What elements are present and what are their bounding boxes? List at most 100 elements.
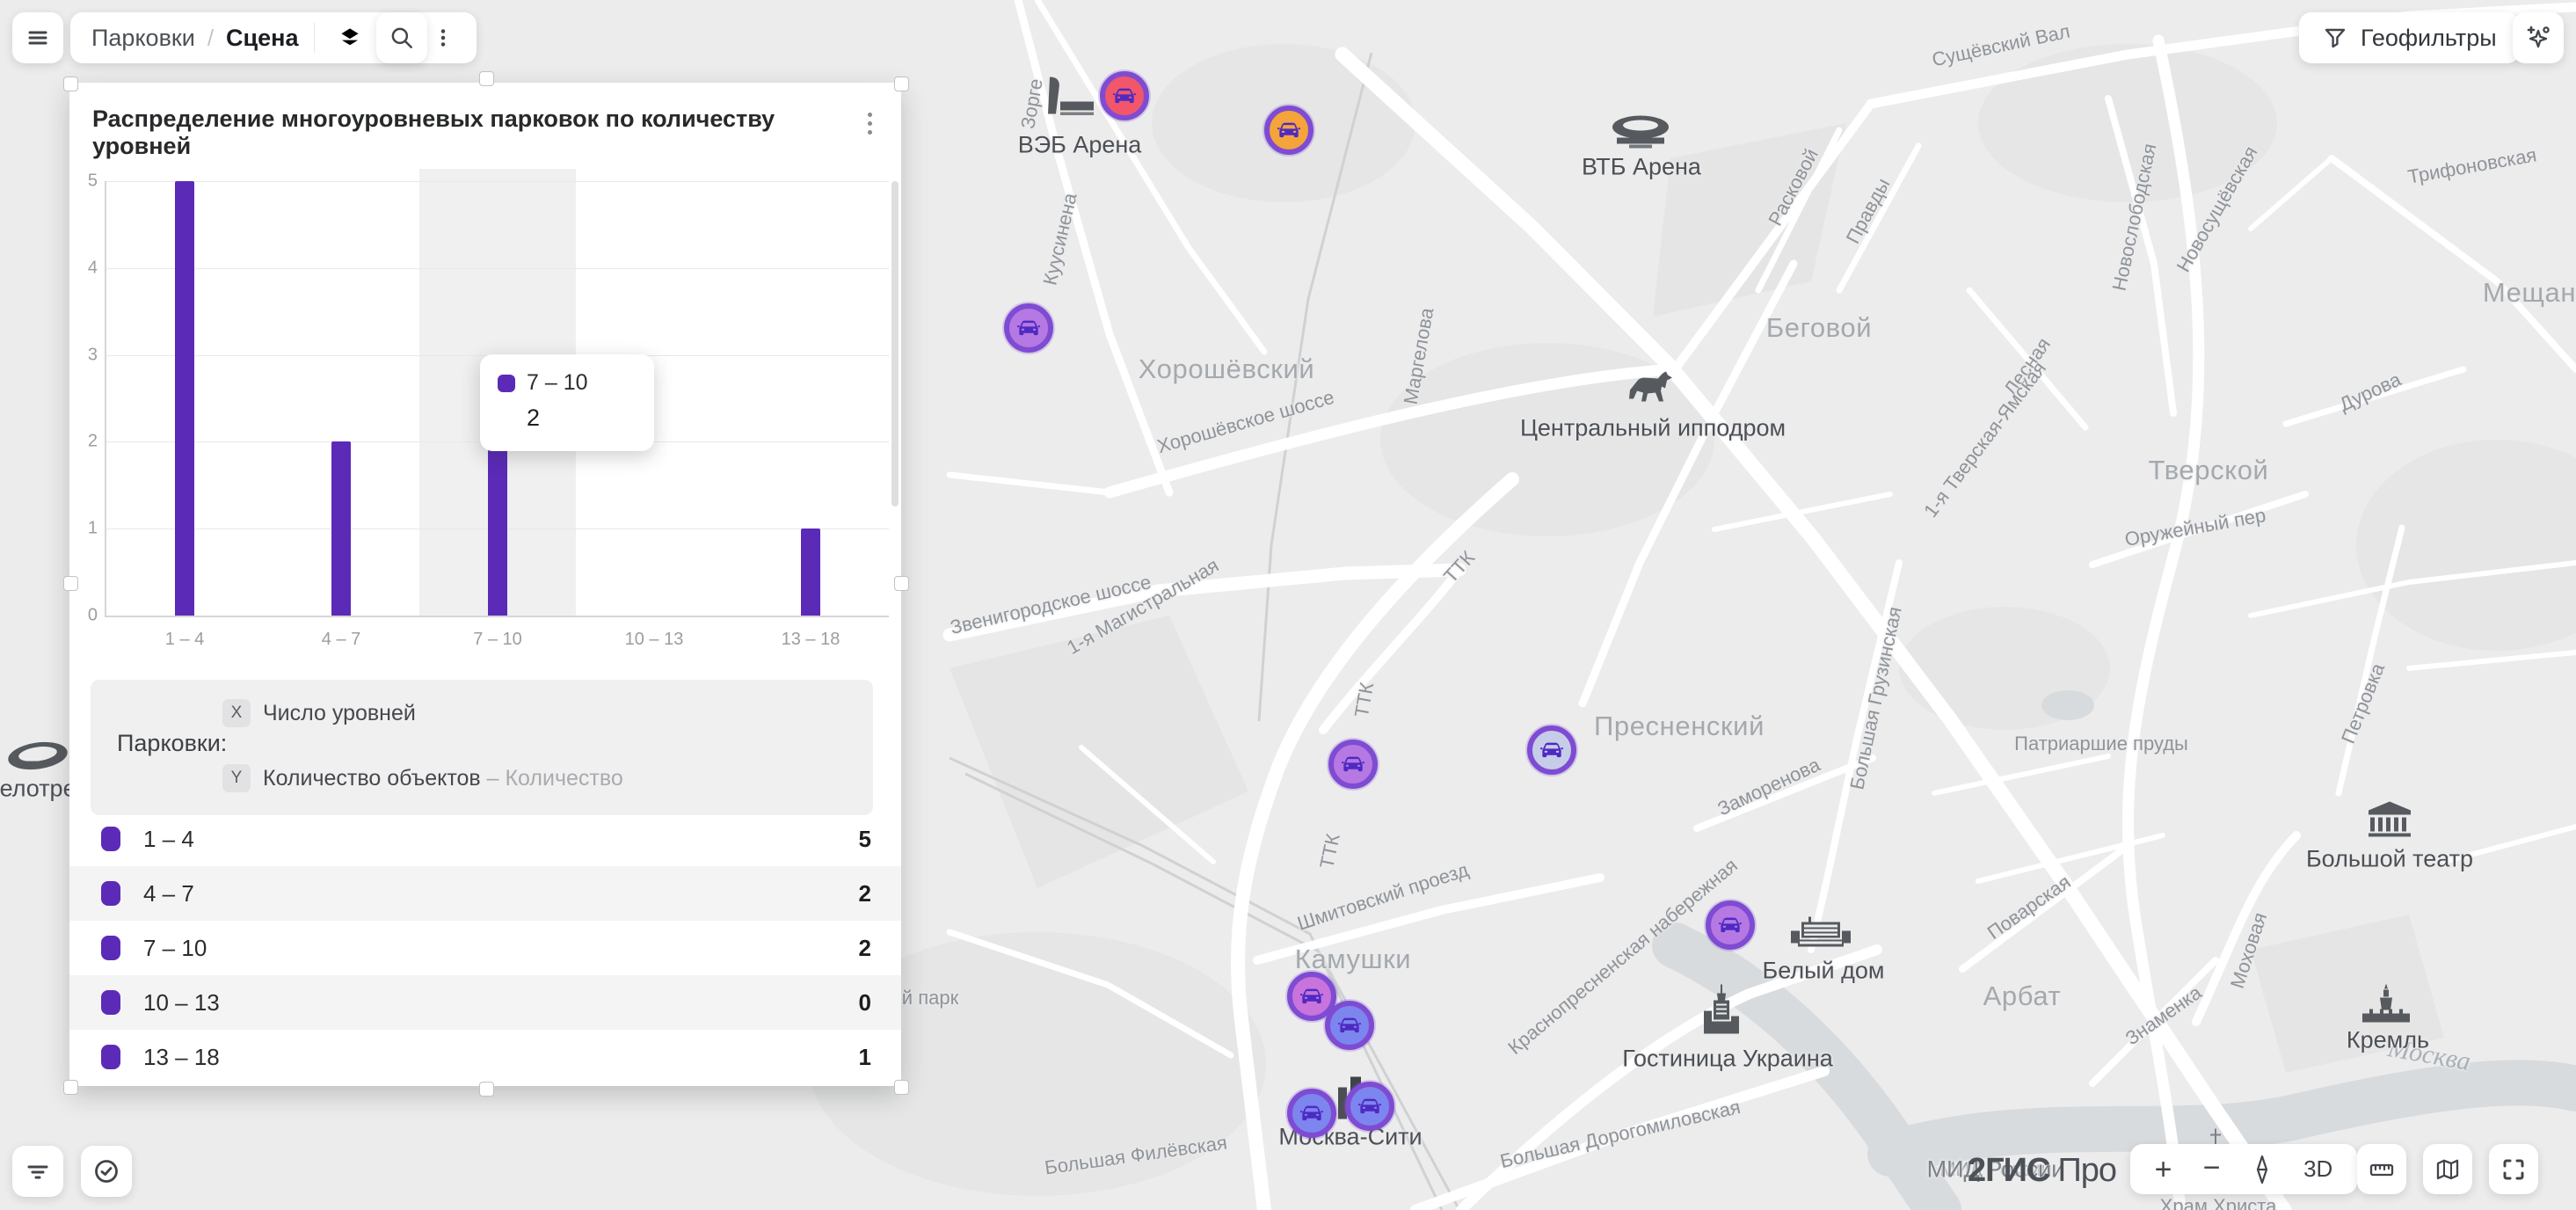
analytics-panel: Распределение многоуровневых парковок по… bbox=[69, 83, 901, 1086]
row-value: 0 bbox=[859, 989, 871, 1017]
hamburger-icon bbox=[25, 25, 51, 51]
x-axis-badge: X bbox=[222, 699, 251, 727]
bar-13 – 18[interactable] bbox=[801, 528, 820, 616]
bar-4 – 7[interactable] bbox=[331, 441, 351, 616]
parking-marker[interactable] bbox=[1004, 303, 1053, 353]
y-axis-tick: 2 bbox=[71, 432, 98, 452]
category-row[interactable]: 4 – 7 2 bbox=[69, 866, 901, 921]
x-axis-tick: 1 – 4 bbox=[165, 630, 204, 650]
category-row[interactable]: 13 – 18 1 bbox=[69, 1030, 901, 1084]
parking-marker[interactable] bbox=[1345, 1082, 1394, 1131]
chart-tooltip: 7 – 10 2 bbox=[480, 354, 654, 451]
bar-1 – 4[interactable] bbox=[175, 181, 194, 616]
panel-title: Распределение многоуровневых парковок по… bbox=[92, 106, 848, 160]
compass-needle-icon[interactable] bbox=[2252, 1154, 2273, 1185]
x-axis-tick: 13 – 18 bbox=[782, 630, 840, 650]
legend-dataset-label: Парковки: bbox=[117, 730, 227, 757]
chart-legend: Парковки: X Число уровней Y Количество о… bbox=[91, 680, 873, 815]
geofilters-label: Геофильтры bbox=[2361, 25, 2497, 52]
row-swatch bbox=[101, 881, 120, 906]
parking-marker[interactable] bbox=[1325, 1001, 1374, 1050]
panel-scrollbar[interactable] bbox=[891, 181, 899, 507]
y-axis-tick: 0 bbox=[71, 606, 98, 626]
layers-icon bbox=[336, 24, 364, 52]
row-label: 10 – 13 bbox=[143, 989, 220, 1017]
row-value: 2 bbox=[859, 935, 871, 962]
layers-button[interactable] bbox=[331, 18, 369, 57]
y-axis-tick: 3 bbox=[71, 345, 98, 365]
bar-7 – 10[interactable] bbox=[488, 441, 507, 616]
row-label: 13 – 18 bbox=[143, 1044, 220, 1071]
category-row[interactable]: 1 – 4 5 bbox=[69, 812, 901, 866]
y-axis-tick: 4 bbox=[71, 258, 98, 278]
y-axis-label: Количество объектов – Количество bbox=[263, 766, 623, 791]
geofilters-button[interactable]: Геофильтры bbox=[2299, 12, 2520, 63]
row-value: 2 bbox=[859, 880, 871, 908]
map-filter-button[interactable] bbox=[12, 1146, 63, 1197]
panel-resize-handle-n[interactable] bbox=[479, 71, 494, 86]
clock-icon bbox=[91, 1156, 121, 1186]
parking-marker[interactable] bbox=[1287, 1089, 1336, 1138]
row-swatch bbox=[101, 990, 120, 1015]
search-icon bbox=[388, 24, 416, 52]
y-axis-badge: Y bbox=[222, 764, 251, 792]
panel-resize-handle-nw[interactable] bbox=[63, 77, 78, 91]
breadcrumb-parent[interactable]: Парковки bbox=[91, 25, 195, 52]
app-logo: 2ГИСПро bbox=[1968, 1152, 2116, 1190]
panel-resize-handle-sw[interactable] bbox=[63, 1080, 78, 1095]
zoom-in-button[interactable]: + bbox=[2155, 1155, 2172, 1184]
map-icon bbox=[2434, 1155, 2462, 1184]
row-label: 1 – 4 bbox=[143, 826, 194, 853]
y-axis-sublabel: – Количество bbox=[481, 766, 623, 791]
parking-marker[interactable] bbox=[1527, 725, 1576, 775]
parking-marker[interactable] bbox=[1100, 71, 1149, 120]
row-swatch bbox=[101, 936, 120, 960]
x-axis-label: Число уровней bbox=[263, 701, 416, 726]
row-swatch bbox=[101, 1045, 120, 1069]
app-root: ХорошёвскийБеговойТверскойПресненскийАрб… bbox=[0, 0, 2576, 1210]
parking-marker[interactable] bbox=[1264, 106, 1313, 155]
panel-resize-handle-s[interactable] bbox=[479, 1082, 494, 1097]
toolbar-divider bbox=[314, 23, 315, 53]
breadcrumb-current[interactable]: Сцена bbox=[226, 25, 298, 52]
funnel-icon bbox=[2322, 25, 2348, 51]
logo-brand: 2ГИС bbox=[1968, 1152, 2049, 1189]
fullscreen-button[interactable] bbox=[2489, 1144, 2538, 1194]
y-axis-tick: 5 bbox=[71, 171, 98, 192]
parking-marker[interactable] bbox=[1328, 740, 1378, 789]
time-machine-button[interactable] bbox=[81, 1146, 132, 1197]
main-menu-button[interactable] bbox=[12, 12, 63, 63]
category-row[interactable]: 10 – 13 0 bbox=[69, 975, 901, 1030]
gridline bbox=[106, 181, 889, 182]
x-axis-tick: 4 – 7 bbox=[322, 630, 360, 650]
search-button[interactable] bbox=[376, 12, 427, 63]
category-rows: 1 – 454 – 727 – 10210 – 13013 – 181 bbox=[69, 812, 901, 1084]
parking-marker[interactable] bbox=[1706, 900, 1755, 950]
row-value: 1 bbox=[859, 1044, 871, 1071]
ruler-button[interactable] bbox=[2357, 1144, 2406, 1194]
logo-suffix: Про bbox=[2057, 1152, 2116, 1189]
tooltip-value: 2 bbox=[527, 405, 637, 432]
gridline bbox=[106, 268, 889, 269]
zoom-out-button[interactable]: − bbox=[2203, 1153, 2221, 1183]
category-row[interactable]: 7 – 102 bbox=[69, 921, 901, 975]
ai-magic-button[interactable] bbox=[2513, 12, 2564, 63]
tooltip-label: 7 – 10 bbox=[527, 370, 588, 396]
basemap-button[interactable] bbox=[2423, 1144, 2472, 1194]
panel-resize-handle-ne[interactable] bbox=[894, 77, 909, 91]
x-axis-tick: 10 – 13 bbox=[625, 630, 684, 650]
breadcrumb-separator: / bbox=[207, 25, 214, 52]
3d-toggle-button[interactable]: 3D bbox=[2303, 1155, 2332, 1183]
panel-resize-handle-se[interactable] bbox=[894, 1080, 909, 1095]
scene-more-button[interactable] bbox=[424, 18, 462, 57]
panel-menu-button[interactable] bbox=[854, 107, 885, 139]
row-value: 5 bbox=[859, 826, 871, 853]
panel-resize-handle-w[interactable] bbox=[63, 576, 78, 591]
row-swatch bbox=[101, 827, 120, 851]
map-zoom-controls: + − 3D bbox=[2130, 1144, 2357, 1194]
x-axis-tick: 7 – 10 bbox=[473, 630, 522, 650]
row-label: 4 – 7 bbox=[143, 880, 194, 908]
y-axis-tick: 1 bbox=[71, 519, 98, 539]
panel-resize-handle-e[interactable] bbox=[894, 576, 909, 591]
filter-lines-icon bbox=[25, 1158, 51, 1184]
